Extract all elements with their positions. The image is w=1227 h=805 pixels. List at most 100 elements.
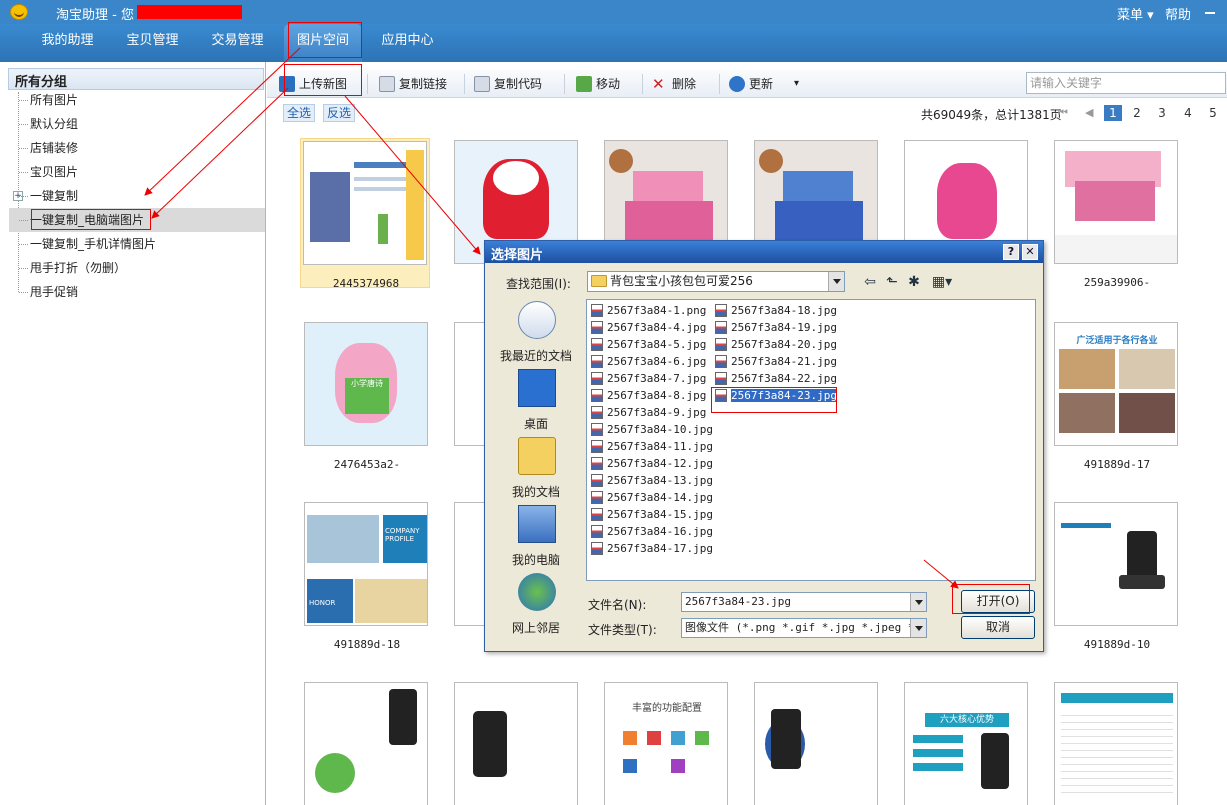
dialog-close-button[interactable]: ✕ (1022, 244, 1038, 260)
file-item[interactable]: 2567f3a84-17.jpg (589, 540, 713, 557)
places-bar: 我最近的文档 桌面 我的文档 我的电脑 网上邻居 (493, 299, 579, 639)
back-arrow-icon[interactable]: ⇦ (861, 273, 879, 291)
image-thumbnail[interactable]: 491889d-10 (1052, 500, 1182, 651)
computer-icon (518, 505, 556, 543)
image-thumbnail[interactable]: 小学唐诗 2476453a2- (302, 320, 432, 471)
file-item[interactable]: 2567f3a84-12.jpg (589, 455, 713, 472)
page-number-4[interactable]: 4 (1179, 105, 1197, 121)
place-recent-documents[interactable]: 我最近的文档 (493, 299, 579, 365)
up-folder-icon[interactable]: ⬑ (883, 273, 901, 291)
invert-selection-button[interactable]: 反选 (323, 104, 356, 122)
sidebar-item-copy-mobile-images[interactable]: 一键复制_手机详情图片 (18, 233, 156, 255)
sidebar-item-default-group[interactable]: 默认分组 (18, 113, 78, 135)
image-file-icon (591, 440, 603, 453)
image-thumbnail[interactable]: 259a39906- (1052, 138, 1182, 289)
file-name: 2567f3a84-15.jpg (607, 508, 713, 521)
sidebar-item-all-images[interactable]: 所有图片 (18, 89, 78, 111)
file-item[interactable]: 2567f3a84-1.png (589, 302, 706, 319)
file-item[interactable]: 2567f3a84-19.jpg (713, 319, 837, 336)
file-item[interactable]: 2567f3a84-16.jpg (589, 523, 713, 540)
globe-icon (518, 573, 556, 611)
file-item[interactable]: 2567f3a84-22.jpg (713, 370, 837, 387)
image-thumbnail[interactable]: COMPANY PROFILE HONOR 491889d-18 (302, 500, 432, 651)
page-number-3[interactable]: 3 (1153, 105, 1171, 121)
chevron-down-icon[interactable] (910, 619, 926, 637)
toolbar-separator (564, 74, 565, 94)
toolbar-separator (464, 74, 465, 94)
file-item[interactable]: 2567f3a84-20.jpg (713, 336, 837, 353)
chevron-down-icon[interactable] (910, 593, 926, 611)
cancel-button[interactable]: 取消 (961, 616, 1035, 639)
sidebar-item-one-click-copy[interactable]: 一键复制 (18, 185, 78, 207)
help-button[interactable]: 帮助 (1165, 4, 1191, 23)
thumbnail-caption: HONOR (307, 579, 353, 623)
toolbar-separator (642, 74, 643, 94)
image-thumbnail[interactable] (752, 680, 882, 805)
chevron-down-icon[interactable] (828, 272, 844, 291)
file-item[interactable]: 2567f3a84-11.jpg (589, 438, 713, 455)
sidebar-item-discount[interactable]: 甩手打折（勿删） (18, 257, 126, 279)
place-my-documents[interactable]: 我的文档 (493, 435, 579, 501)
file-item[interactable]: 2567f3a84-6.jpg (589, 353, 706, 370)
image-thumbnail[interactable]: 2445374968 (300, 138, 430, 290)
file-item[interactable]: 2567f3a84-18.jpg (713, 302, 837, 319)
thumbnail-image: COMPANY PROFILE HONOR (304, 502, 428, 626)
image-thumbnail[interactable] (302, 680, 432, 805)
sidebar-item-item-images[interactable]: 宝贝图片 (18, 161, 78, 183)
file-item[interactable]: 2567f3a84-13.jpg (589, 472, 713, 489)
nav-tab-trade-management[interactable]: 交易管理 (200, 24, 275, 62)
nav-tab-app-center[interactable]: 应用中心 (370, 24, 445, 62)
image-thumbnail[interactable]: 广泛适用于各行各业 491889d-17 (1052, 320, 1182, 471)
file-item[interactable]: 2567f3a84-7.jpg (589, 370, 706, 387)
file-item[interactable]: 2567f3a84-14.jpg (589, 489, 713, 506)
image-thumbnail[interactable] (452, 680, 582, 805)
file-item[interactable]: 2567f3a84-15.jpg (589, 506, 713, 523)
place-desktop[interactable]: 桌面 (493, 367, 579, 433)
search-input[interactable] (1026, 72, 1226, 94)
look-in-select[interactable]: 背包宝宝小孩包包可爱256 (587, 271, 845, 292)
total-count: 共69049条，总计1381页 (921, 108, 1062, 122)
image-thumbnail[interactable]: 六大核心优势 (902, 680, 1032, 805)
dialog-help-button[interactable]: ? (1003, 244, 1019, 260)
delete-button[interactable]: ✕ 删除 (650, 73, 696, 95)
update-button[interactable]: 更新 (727, 73, 773, 95)
view-menu-icon[interactable]: ▦▾ (929, 273, 955, 291)
file-item[interactable]: 2567f3a84-10.jpg (589, 421, 713, 438)
annotation-box-image-space (288, 22, 362, 58)
file-item[interactable]: 2567f3a84-4.jpg (589, 319, 706, 336)
move-icon (576, 76, 592, 92)
file-item[interactable]: 2567f3a84-21.jpg (713, 353, 837, 370)
update-dropdown-button[interactable]: ▾ (792, 73, 799, 95)
copy-code-button[interactable]: 复制代码 (472, 73, 542, 95)
image-thumbnail[interactable] (1052, 680, 1182, 805)
page-number-1[interactable]: 1 (1104, 105, 1122, 121)
toolbar-separator (719, 74, 720, 94)
menu-button[interactable]: 菜单 ▾ (1117, 4, 1154, 23)
copy-link-button[interactable]: 复制链接 (377, 73, 447, 95)
file-name: 2567f3a84-10.jpg (607, 423, 713, 436)
page-number-5[interactable]: 5 (1204, 105, 1222, 121)
first-page-icon[interactable]: ⏮ (1058, 106, 1068, 120)
sidebar-item-promotion[interactable]: 甩手促销 (18, 281, 78, 303)
nav-tab-item-management[interactable]: 宝贝管理 (115, 24, 190, 62)
file-item[interactable]: 2567f3a84-5.jpg (589, 336, 706, 353)
file-list[interactable]: 2567f3a84-1.png 2567f3a84-4.jpg 2567f3a8… (586, 299, 1036, 581)
thumbnail-caption: 小学唐诗 (345, 378, 389, 414)
file-item[interactable]: 2567f3a84-8.jpg (589, 387, 706, 404)
sidebar-item-shop-decoration[interactable]: 店铺装修 (18, 137, 78, 159)
new-folder-icon[interactable]: ✱ (905, 273, 923, 291)
place-my-computer[interactable]: 我的电脑 (493, 503, 579, 569)
image-thumbnail[interactable]: 丰富的功能配置 (602, 680, 732, 805)
annotation-box-selected-file (711, 387, 837, 413)
file-item[interactable]: 2567f3a84-9.jpg (589, 404, 706, 421)
minimize-icon[interactable] (1200, 2, 1220, 20)
nav-tab-my-assistant[interactable]: 我的助理 (30, 24, 105, 62)
prev-page-icon[interactable]: ◀ (1085, 106, 1093, 119)
place-network[interactable]: 网上邻居 (493, 571, 579, 637)
filetype-select[interactable]: 图像文件 (*.png *.gif *.jpg *.jpeg *. (681, 618, 927, 638)
thumbnail-image: 广泛适用于各行各业 (1054, 322, 1178, 446)
select-all-button[interactable]: 全选 (283, 104, 316, 122)
page-number-2[interactable]: 2 (1128, 105, 1146, 121)
filename-input[interactable]: 2567f3a84-23.jpg (681, 592, 927, 612)
move-button[interactable]: 移动 (574, 73, 620, 95)
